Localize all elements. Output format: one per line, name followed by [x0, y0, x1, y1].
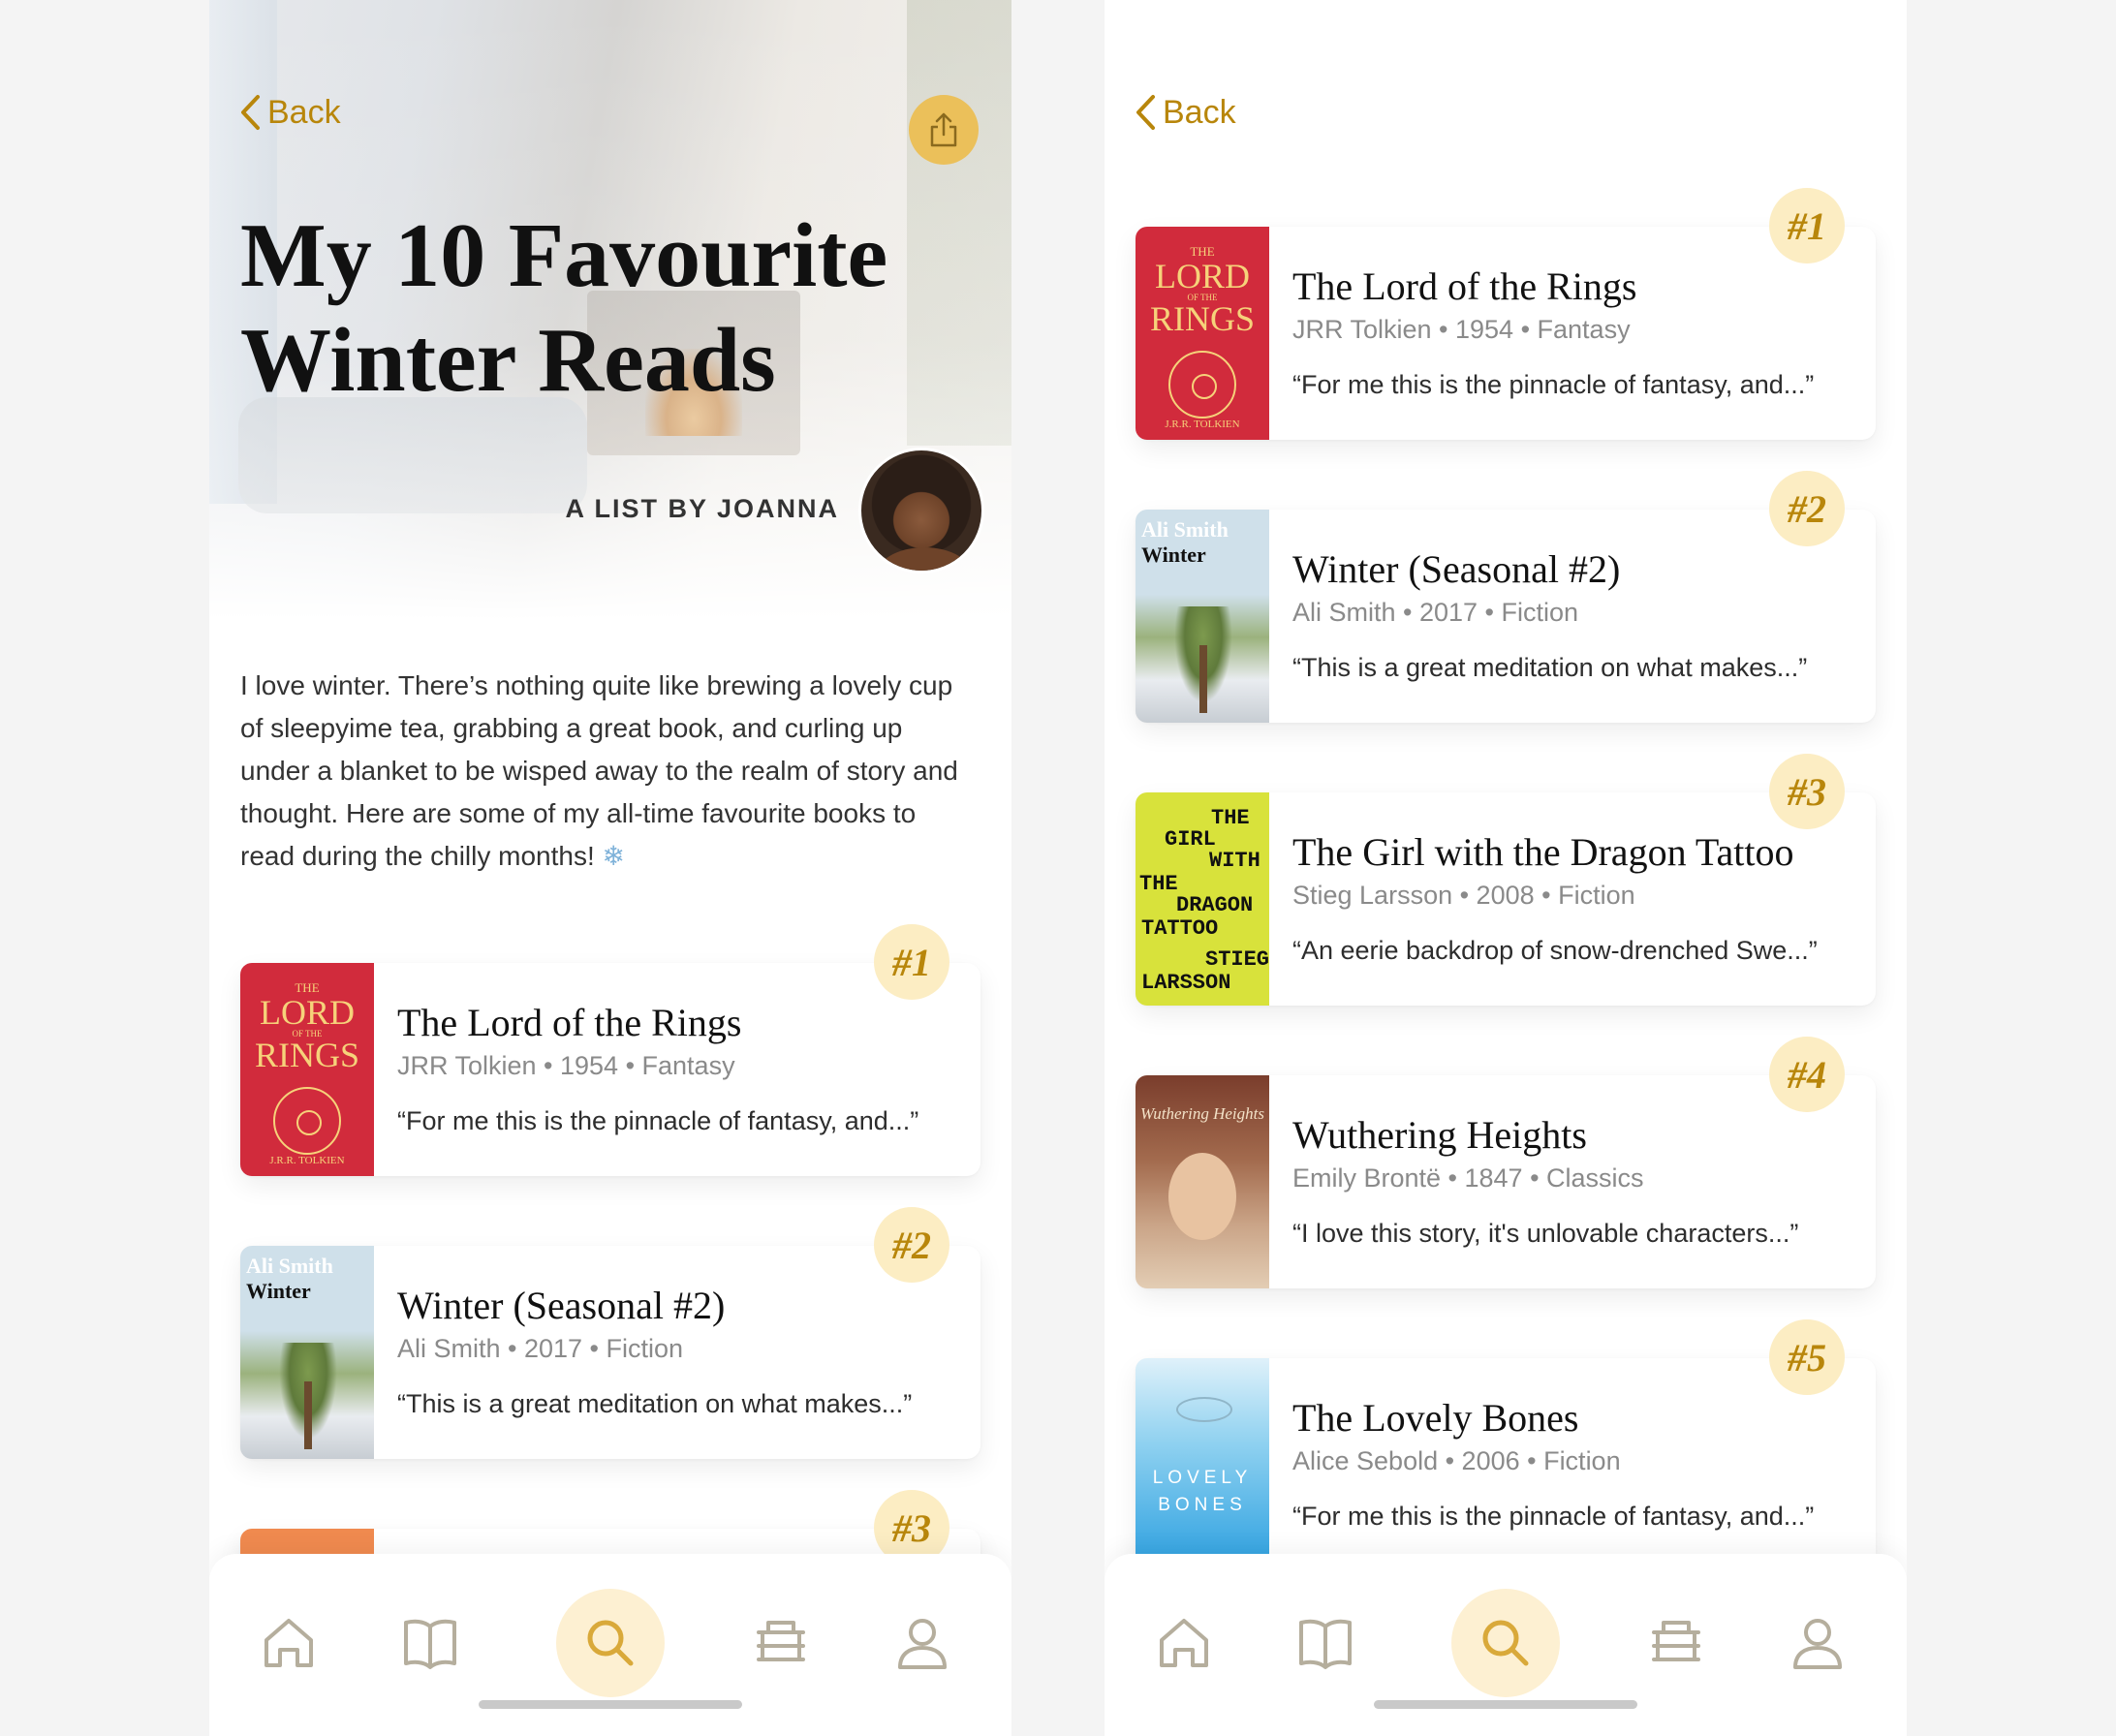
home-icon: [264, 1619, 313, 1667]
tab-home[interactable]: [1130, 1589, 1238, 1697]
share-icon: [930, 112, 957, 147]
book-quote: “This is a great meditation on what make…: [1292, 653, 1808, 682]
tab-library[interactable]: [1271, 1589, 1380, 1697]
book-card-4[interactable]: Wuthering Heights Wuthering Heights Emil…: [1136, 1037, 1876, 1288]
book-cover-lotr: THE LORD OF THE RINGS J.R.R. TOLKIEN: [240, 963, 374, 1176]
rank-badge: #2: [874, 1207, 949, 1283]
tab-bar: [1105, 1554, 1907, 1736]
list-intro: I love winter. There’s nothing quite lik…: [240, 665, 977, 878]
book-meta: Emily Brontë • 1847 • Classics: [1292, 1163, 1644, 1193]
book-meta: Ali Smith • 2017 • Fiction: [1292, 598, 1579, 627]
book-title: Wuthering Heights: [1292, 1113, 1587, 1157]
book-title: Winter (Seasonal #2): [397, 1284, 726, 1327]
book-quote: “This is a great meditation on what make…: [397, 1389, 913, 1418]
rank-badge: #1: [1769, 188, 1845, 264]
list-byline: A LIST BY JOANNA: [565, 494, 839, 523]
book-meta: JRR Tolkien • 1954 • Fantasy: [1292, 315, 1631, 344]
books-stack-icon: [1652, 1621, 1700, 1661]
book-card-5[interactable]: LOVELY BONES The Lovely Bones Alice Sebol…: [1136, 1319, 1876, 1571]
book-card-3[interactable]: THE GIRL WITH THE DRAGON TATTOO STIEG LA…: [1136, 754, 1876, 1006]
list-detail-screen-right: Back THE LORD OF THE RINGS J.R.R. TOLKIE…: [1105, 0, 1907, 1736]
book-title: The Lord of the Rings: [397, 1001, 742, 1044]
book-icon: [404, 1619, 456, 1669]
profile-icon: [898, 1619, 947, 1669]
bracelet-charm: [1176, 1397, 1232, 1422]
back-label: Back: [267, 93, 341, 131]
search-icon: [587, 1620, 634, 1666]
tab-profile[interactable]: [868, 1589, 977, 1697]
tab-search[interactable]: [1451, 1589, 1560, 1697]
tab-bar: [209, 1554, 1011, 1736]
book-meta: JRR Tolkien • 1954 • Fantasy: [397, 1051, 735, 1080]
book-list: THE LORD OF THE RINGS J.R.R. TOLKIEN The…: [1136, 188, 1876, 1641]
tab-home[interactable]: [234, 1589, 343, 1697]
rank-badge: #5: [1769, 1319, 1845, 1395]
book-meta: Alice Sebold • 2006 • Fiction: [1292, 1446, 1621, 1475]
home-icon: [1160, 1619, 1208, 1667]
back-button[interactable]: Back: [238, 93, 341, 132]
book-cover-lovely-bones: LOVELY BONES: [1136, 1358, 1269, 1571]
book-quote: “For me this is the pinnacle of fantasy,…: [1292, 1502, 1815, 1531]
home-indicator: [1374, 1700, 1637, 1709]
book-quote: “I love this story, it's unlovable chara…: [1292, 1219, 1799, 1248]
back-button[interactable]: Back: [1134, 93, 1236, 132]
book-cover-winter: Ali Smith Winter: [240, 1246, 374, 1459]
rank-badge: #3: [1769, 754, 1845, 829]
book-icon: [1299, 1619, 1352, 1669]
tab-profile[interactable]: [1763, 1589, 1872, 1697]
rank-badge: #1: [874, 924, 949, 1000]
book-card-2[interactable]: Ali Smith Winter Winter (Seasonal #2) Al…: [1136, 471, 1876, 723]
book-meta: Stieg Larsson • 2008 • Fiction: [1292, 881, 1635, 910]
book-quote: “For me this is the pinnacle of fantasy,…: [397, 1106, 919, 1135]
book-cover-winter: Ali Smith Winter: [1136, 510, 1269, 723]
book-title: The Girl with the Dragon Tattoo: [1292, 830, 1794, 874]
chevron-left-icon: [1136, 95, 1155, 130]
books-stack-icon: [757, 1621, 805, 1661]
back-label: Back: [1163, 93, 1236, 131]
book-card-1[interactable]: THE LORD OF THE RINGS J.R.R. TOLKIEN The…: [1136, 188, 1876, 440]
share-button[interactable]: [909, 95, 979, 165]
book-quote: “An eerie backdrop of snow-drenched Swe.…: [1292, 936, 1818, 965]
book-meta: Ali Smith • 2017 • Fiction: [397, 1334, 684, 1363]
hero-sofa: [238, 397, 587, 513]
tab-library[interactable]: [376, 1589, 484, 1697]
ring-emblem: [273, 1087, 341, 1155]
book-title: The Lovely Bones: [1292, 1396, 1579, 1440]
tab-shelves[interactable]: [1622, 1589, 1730, 1697]
book-card-2[interactable]: Ali Smith Winter Winter (Seasonal #2) Al…: [240, 1207, 980, 1459]
profile-icon: [1793, 1619, 1842, 1669]
book-cover-dragon-tattoo: THE GIRL WITH THE DRAGON TATTOO STIEG LA…: [1136, 792, 1269, 1006]
book-title: The Lord of the Rings: [1292, 264, 1637, 308]
author-avatar[interactable]: [858, 448, 984, 574]
snowflake-icon: ❄: [602, 841, 625, 871]
book-title: Winter (Seasonal #2): [1292, 547, 1621, 591]
intro-text: I love winter. There’s nothing quite lik…: [240, 670, 958, 871]
list-detail-screen-left: Back My 10 Favourite Winter Reads A LIST…: [209, 0, 1011, 1736]
book-card-1[interactable]: THE LORD OF THE RINGS J.R.R. TOLKIEN The…: [240, 924, 980, 1176]
rank-badge: #4: [1769, 1037, 1845, 1112]
search-icon: [1482, 1620, 1529, 1666]
home-indicator: [479, 1700, 742, 1709]
book-quote: “For me this is the pinnacle of fantasy,…: [1292, 370, 1815, 399]
page-title: My 10 Favourite Winter Reads: [240, 205, 888, 411]
ring-emblem: [1168, 351, 1236, 418]
book-cover-wuthering-heights: Wuthering Heights: [1136, 1075, 1269, 1288]
tab-shelves[interactable]: [727, 1589, 835, 1697]
book-cover-lotr: THE LORD OF THE RINGS J.R.R. TOLKIEN: [1136, 227, 1269, 440]
tab-search[interactable]: [556, 1589, 665, 1697]
rank-badge: #2: [1769, 471, 1845, 546]
chevron-left-icon: [241, 95, 260, 130]
